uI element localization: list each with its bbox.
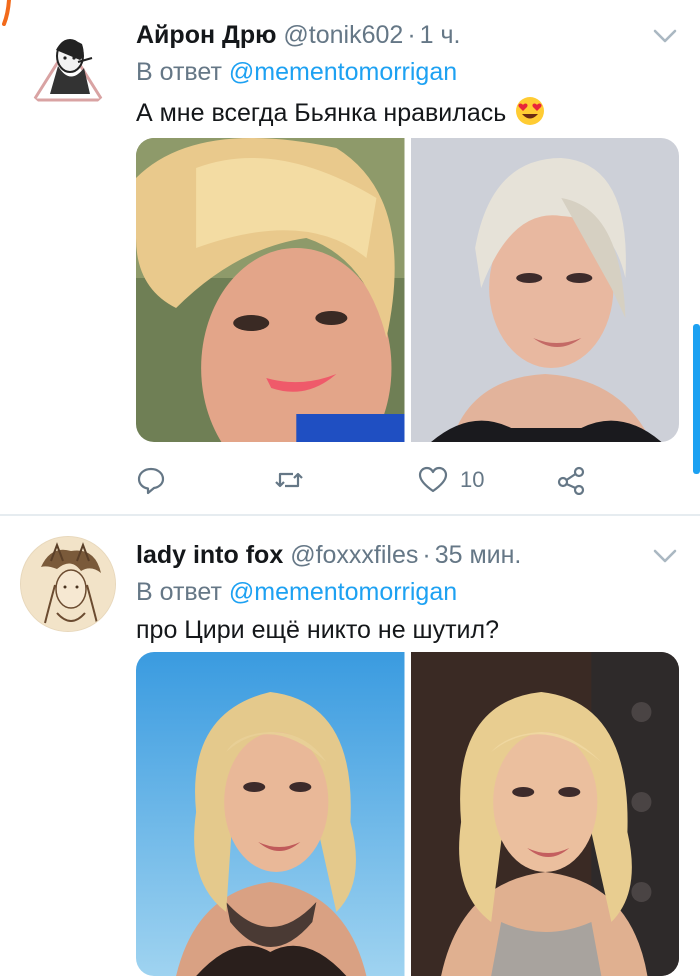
tweet-header: lady into fox @foxxxfiles · 35 мин. (136, 540, 521, 570)
reply-mention-link[interactable]: @mementomorrigan (229, 578, 457, 606)
tweet-header: Айрон Дрю @tonik602 · 1 ч. (136, 20, 460, 50)
like-count: 10 (460, 467, 485, 492)
separator-dot: · (422, 541, 431, 569)
tweet-text-content: А мне всегда Бьянка нравилась (136, 99, 507, 127)
author-name[interactable]: lady into fox (136, 541, 283, 569)
reply-prefix: В ответ (136, 578, 222, 606)
like-button[interactable]: 10 (418, 462, 484, 498)
author-name[interactable]: Айрон Дрю (136, 21, 276, 49)
heart-icon (418, 466, 448, 493)
retweet-button[interactable] (274, 462, 304, 498)
reply-context: В ответ @mementomorrigan (136, 578, 457, 607)
author-handle[interactable]: @foxxxfiles (290, 541, 418, 569)
tweet-text-content: про Цири ещё никто не шутил? (136, 616, 500, 644)
photo[interactable] (136, 138, 405, 442)
tweet[interactable]: Айрон Дрю @tonik602 · 1 ч. В ответ @mement… (0, 0, 700, 516)
reply-button[interactable] (136, 462, 166, 498)
reply-icon (137, 467, 165, 495)
tweet-text: А мне всегда Бьянка нравилась (136, 96, 545, 128)
heart-eyes-emoji-icon (516, 97, 545, 125)
chevron-down-icon[interactable] (652, 546, 678, 566)
chevron-down-icon[interactable] (652, 26, 678, 46)
photo[interactable] (136, 652, 405, 976)
tweet-actions: 10 (136, 462, 596, 498)
author-handle[interactable]: @tonik602 (283, 21, 403, 49)
tweet-text: про Цири ещё никто не шутил? (136, 616, 499, 645)
avatar[interactable] (20, 16, 116, 112)
media-grid (136, 652, 679, 976)
retweet-icon (275, 472, 303, 488)
photo[interactable] (410, 138, 679, 442)
media-grid (136, 138, 679, 442)
reply-prefix: В ответ (136, 58, 222, 86)
tweet[interactable]: lady into fox @foxxxfiles · 35 мин. В отве… (0, 516, 700, 976)
timestamp[interactable]: 35 мин. (435, 541, 522, 569)
share-icon (557, 466, 585, 495)
scrollbar-thumb[interactable] (693, 324, 700, 474)
share-button[interactable] (556, 462, 586, 498)
separator-dot: · (407, 21, 416, 49)
reply-mention-link[interactable]: @mementomorrigan (229, 58, 457, 86)
timestamp[interactable]: 1 ч. (420, 21, 461, 49)
reply-context: В ответ @mementomorrigan (136, 58, 457, 87)
photo[interactable] (410, 652, 679, 976)
avatar[interactable] (20, 536, 116, 632)
